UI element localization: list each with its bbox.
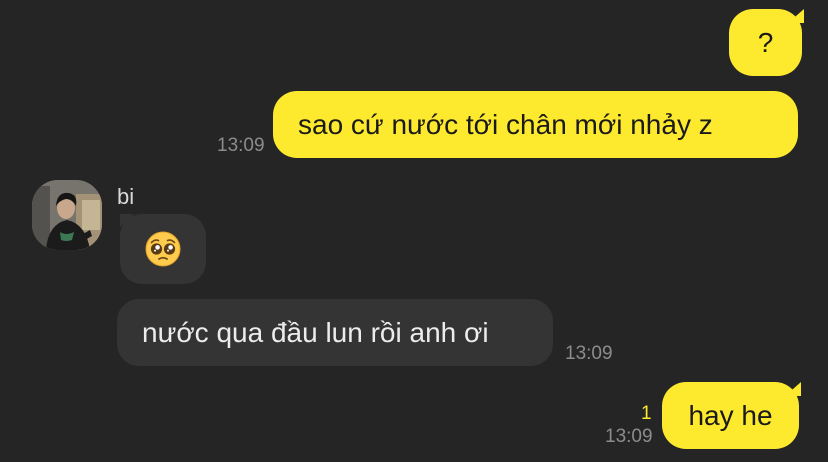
unread-count: 1 — [641, 403, 652, 424]
message-timestamp: 13:09 — [565, 343, 613, 364]
message-timestamp: 13:09 — [605, 426, 653, 447]
outgoing-message-bubble[interactable]: hay he — [662, 382, 799, 449]
pleading-face-emoji — [145, 231, 181, 267]
message-text: nước qua đầu lun rồi anh ơi — [142, 316, 489, 348]
avatar-photo — [32, 180, 102, 250]
message-text: hay he — [688, 399, 773, 431]
message-text: sao cứ nước tới chân mới nhảy z — [298, 108, 713, 140]
sender-name: bi — [117, 184, 135, 209]
incoming-message-bubble[interactable]: nước qua đầu lun rồi anh ơi — [117, 299, 553, 366]
bubble-tail — [785, 382, 801, 396]
bubble-tail — [788, 9, 804, 23]
message-timestamp: 13:09 — [217, 135, 265, 156]
avatar[interactable] — [32, 180, 102, 250]
bubble-tail — [120, 214, 134, 227]
message-text: ? — [757, 26, 774, 58]
outgoing-message-bubble[interactable]: sao cứ nước tới chân mới nhảy z — [273, 91, 798, 158]
